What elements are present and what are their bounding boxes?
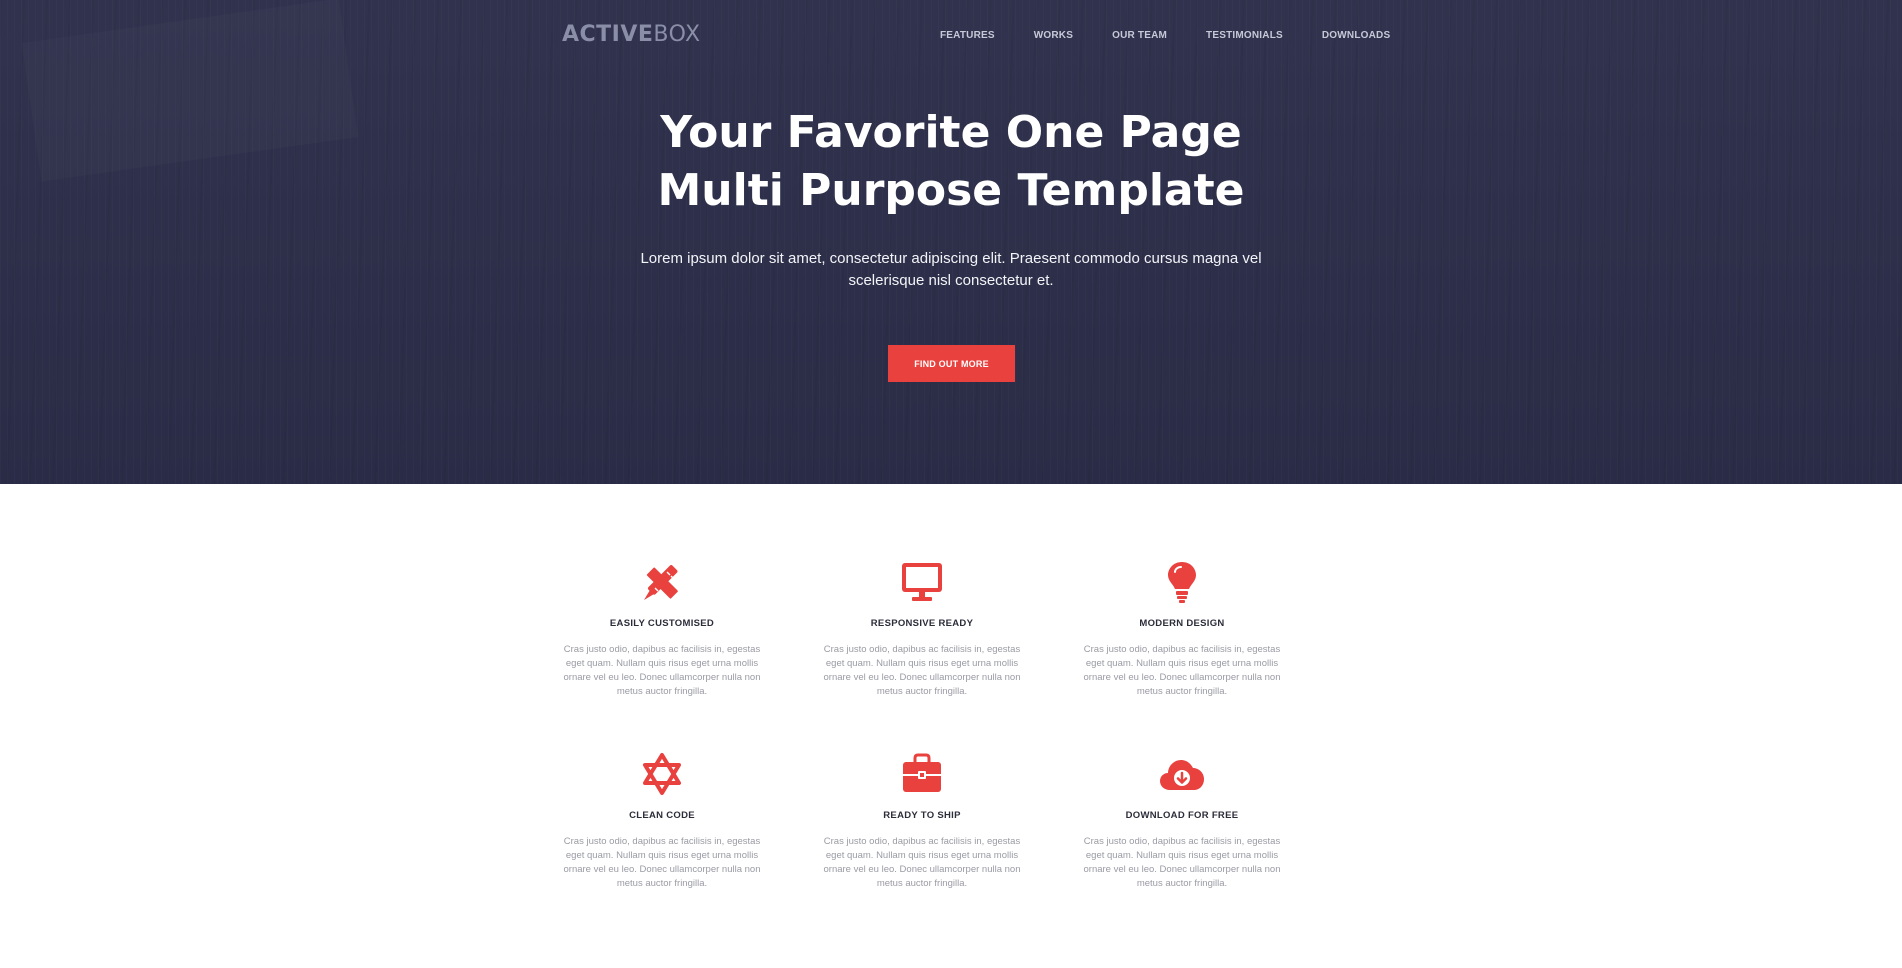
feature-description: Cras justo odio, dapibus ac facilisis in… <box>563 836 761 889</box>
feature-title: CLEAN CODE <box>629 810 695 821</box>
briefcase-icon <box>903 753 941 792</box>
hero-title: Your Favorite One Page Multi Purpose Tem… <box>0 104 1902 220</box>
feature-title: DOWNLOAD FOR FREE <box>1125 810 1239 821</box>
nav-item-our-team[interactable]: OUR TEAM <box>1112 30 1167 41</box>
logo-text-bold: ACTIVE <box>562 22 654 47</box>
feature-responsive-ready: RESPONSIVE READY Cras justo odio, dapibu… <box>822 560 1022 699</box>
feature-download-for-free: DOWNLOAD FOR FREE Cras justo odio, dapib… <box>1082 752 1282 891</box>
feature-description: Cras justo odio, dapibus ac facilisis in… <box>823 836 1021 889</box>
feature-title: READY TO SHIP <box>883 810 961 821</box>
nav-item-works[interactable]: WORKS <box>1034 30 1073 41</box>
brand-logo[interactable]: ACTIVEBOX <box>562 22 701 47</box>
pencil-ruler-icon <box>644 565 678 600</box>
feature-description: Cras justo odio, dapibus ac facilisis in… <box>1083 644 1281 697</box>
feature-description: Cras justo odio, dapibus ac facilisis in… <box>823 644 1021 697</box>
feature-title: EASILY CUSTOMISED <box>609 618 715 629</box>
feature-title: RESPONSIVE READY <box>870 618 974 629</box>
find-out-more-button[interactable]: FIND OUT MORE <box>888 345 1015 382</box>
feature-title: MODERN DESIGN <box>1139 618 1225 629</box>
feature-ready-to-ship: READY TO SHIP Cras justo odio, dapibus a… <box>822 752 1022 891</box>
feature-clean-code: CLEAN CODE Cras justo odio, dapibus ac f… <box>562 752 762 891</box>
main-nav: FEATURES WORKS OUR TEAM TESTIMONIALS DOW… <box>940 30 1390 41</box>
monitor-icon <box>902 563 942 601</box>
nav-item-testimonials[interactable]: TESTIMONIALS <box>1206 30 1283 41</box>
cloud-download-icon <box>1160 760 1204 790</box>
nav-item-features[interactable]: FEATURES <box>940 30 995 41</box>
hero-subtitle: Lorem ipsum dolor sit amet, consectetur … <box>640 250 1262 289</box>
nav-item-downloads[interactable]: DOWNLOADS <box>1322 30 1390 41</box>
star-of-david-icon <box>643 753 681 795</box>
feature-easily-customised: EASILY CUSTOMISED Cras justo odio, dapib… <box>562 560 762 699</box>
feature-description: Cras justo odio, dapibus ac facilisis in… <box>563 644 761 697</box>
feature-modern-design: MODERN DESIGN Cras justo odio, dapibus a… <box>1082 560 1282 699</box>
hero-title-line-2: Multi Purpose Template <box>657 165 1245 216</box>
logo-text-light: BOX <box>653 22 701 47</box>
hero-section: ACTIVEBOX FEATURES WORKS OUR TEAM TESTIM… <box>0 0 1902 484</box>
lightbulb-icon <box>1168 562 1196 603</box>
feature-description: Cras justo odio, dapibus ac facilisis in… <box>1083 836 1281 889</box>
hero-title-line-1: Your Favorite One Page <box>660 107 1242 158</box>
